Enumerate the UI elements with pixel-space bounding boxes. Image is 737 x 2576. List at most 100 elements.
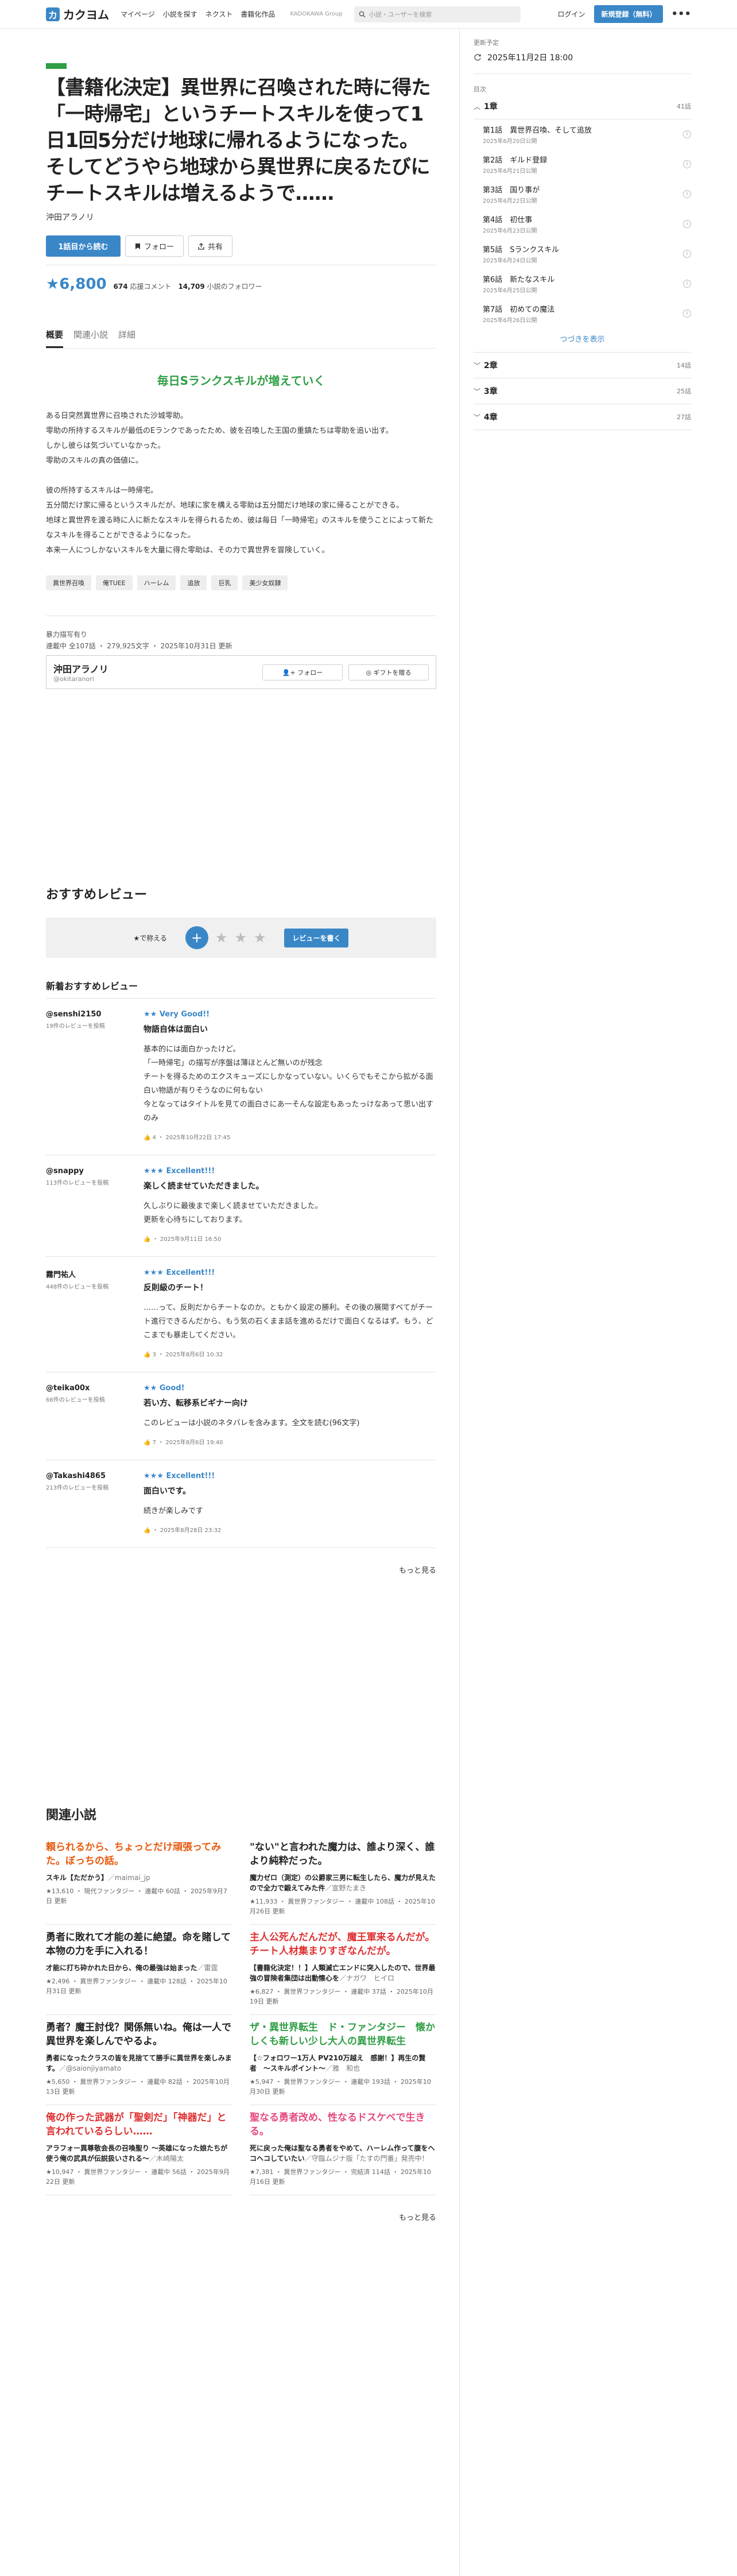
related-novel-title[interactable]: 聖なる勇者改め、性なるドスケベで生きる。 — [250, 2111, 436, 2138]
review-headline[interactable]: 反則級のチート！ — [143, 1282, 436, 1293]
tag[interactable]: ハーレム — [137, 575, 176, 590]
star-icon[interactable]: ★ — [215, 930, 228, 946]
review-item: @teika00x 66件のレビューを投稿 ★★ Good! 若い方、転移系ビギナ… — [46, 1372, 436, 1460]
review-user[interactable]: 霧門祐人 — [46, 1268, 143, 1279]
related-novel-meta: ★11,933 ・ 異世界ファンタジー ・ 連載中 108話 ・ 2025年10… — [250, 1898, 435, 1915]
tag[interactable]: 俺TUEE — [96, 575, 133, 590]
logo-mark: カ — [46, 7, 60, 21]
info-icon[interactable]: i — [683, 250, 691, 258]
nav-published[interactable]: 書籍化作品 — [241, 9, 275, 19]
review-headline[interactable]: 面白いです。 — [143, 1485, 436, 1496]
work-author[interactable]: 沖田アラノリ — [46, 211, 436, 223]
nav-search-novels[interactable]: 小説を探す — [163, 9, 197, 19]
login-link[interactable]: ログイン — [557, 9, 585, 19]
related-novel-title[interactable]: 勇者に敗れて才能の差に絶望。命を賭して本物の力を手に入れる！ — [46, 1931, 232, 1958]
like-icon[interactable]: 👍 — [143, 1527, 153, 1534]
review-headline[interactable]: 若い方、転移系ビギナー向け — [143, 1397, 436, 1409]
chapter-toggle[interactable]: ﹀ 2章 14話 — [474, 353, 691, 378]
add-star-button[interactable]: + — [185, 926, 208, 949]
related-novel[interactable]: ザ・異世界転生 ド・ファンタジー 懐かしくも新しい少し大人の異世界転生 【☆フォ… — [250, 2015, 436, 2105]
refresh-icon — [474, 54, 481, 61]
related-novel[interactable]: 頼られるから、ちょっとだけ頑張ってみた。ぼっちの話。 スキル【ただかう】／mai… — [46, 1835, 232, 1925]
follow-button[interactable]: フォロー — [125, 235, 184, 257]
follower-count[interactable]: 14,709 小説のフォロワー — [178, 281, 262, 291]
chapter-toggle[interactable]: ﹀ 4章 27話 — [474, 404, 691, 430]
rate-label: ★で称える — [133, 934, 167, 942]
toc-show-more[interactable]: つづきを表示 — [474, 328, 691, 353]
star-icon[interactable]: ★ — [234, 930, 247, 946]
comment-count[interactable]: 674 応援コメント — [114, 281, 172, 291]
tag[interactable]: 美少女奴隷 — [242, 575, 288, 590]
author-card-name[interactable]: 沖田アラノリ — [53, 662, 108, 675]
nav-next[interactable]: ネクスト — [205, 9, 233, 19]
related-novel[interactable]: 聖なる勇者改め、性なるドスケベで生きる。 死に戻った俺は聖なる勇者をやめて、ハー… — [250, 2105, 436, 2195]
related-novel-title[interactable]: "ない"と言われた魔力は、誰より深く、誰より純粋だった。 — [250, 1840, 436, 1868]
episode-title: 第6話 新たなスキル — [483, 276, 555, 284]
tab-details[interactable]: 詳細 — [118, 328, 135, 348]
site-logo[interactable]: カ カクヨム — [46, 6, 109, 22]
chevron-down-icon: ﹀ — [474, 387, 481, 396]
read-first-button[interactable]: 1話目から読む — [46, 235, 121, 257]
register-button[interactable]: 新規登録（無料） — [594, 5, 664, 23]
tag[interactable]: 追放 — [180, 575, 207, 590]
review-headline[interactable]: 物語自体は面白い — [143, 1023, 436, 1035]
info-icon[interactable]: i — [683, 130, 691, 138]
related-novel-meta: ★5,650 ・ 異世界ファンタジー ・ 連載中 82話 ・ 2025年10月1… — [46, 2078, 230, 2095]
related-novel[interactable]: 俺の作った武器が「聖剣だ」「神器だ」と言われているらしい…… アラフォー異尊敬会… — [46, 2105, 232, 2195]
follower-count-number: 14,709 — [178, 283, 205, 291]
info-icon[interactable]: i — [683, 220, 691, 228]
chapter-toggle[interactable]: ﹀ 3章 25話 — [474, 378, 691, 404]
like-icon[interactable]: 👍 — [143, 1236, 153, 1243]
tab-related[interactable]: 関連小説 — [73, 328, 108, 348]
episode-item[interactable]: 第6話 新たなスキル 2025年6月25日公開 i — [474, 269, 691, 299]
info-icon[interactable]: i — [683, 160, 691, 168]
episode-item[interactable]: 第1話 異世界召喚、そして追放 2025年6月20日公開 i — [474, 119, 691, 149]
like-icon[interactable]: 👍 — [143, 1440, 153, 1446]
related-novel[interactable]: 主人公死んだんだが、魔王軍来るんだが。チート人材集まりすぎなんだが。 【書籍化決… — [250, 1925, 436, 2015]
related-more-link[interactable]: もっと見る — [46, 2211, 436, 2222]
episode-item[interactable]: 第2話 ギルド登録 2025年6月21日公開 i — [474, 149, 691, 179]
write-review-button[interactable]: レビューを書く — [284, 928, 349, 947]
star-icon[interactable]: ★ — [254, 930, 266, 946]
review-headline[interactable]: 楽しく読ませていただきました。 — [143, 1180, 436, 1192]
review-user[interactable]: @snappy — [46, 1167, 143, 1175]
related-novel[interactable]: 勇者？魔王討伐？関係無いね。俺は一人で異世界を楽しんでやるよ。 勇者になったクラ… — [46, 2015, 232, 2105]
episode-date: 2025年6月20日公開 — [483, 138, 537, 145]
reviews-more-link[interactable]: もっと見る — [46, 1564, 436, 1575]
kadokawa-logo[interactable]: KADOKAWA Group — [290, 11, 342, 17]
related-novel[interactable]: 勇者に敗れて才能の差に絶望。命を賭して本物の力を手に入れる！ 才能に打ち砕かれた… — [46, 1925, 232, 2015]
related-novel-title[interactable]: 勇者？魔王討伐？関係無いね。俺は一人で異世界を楽しんでやるよ。 — [46, 2021, 232, 2048]
update-schedule-value: 2025年11月2日 18:00 — [487, 53, 573, 63]
share-button[interactable]: 共有 — [188, 235, 233, 257]
related-novel-title[interactable]: ザ・異世界転生 ド・ファンタジー 懐かしくも新しい少し大人の異世界転生 — [250, 2021, 436, 2048]
author-follow-button[interactable]: 👤+ フォロー — [262, 664, 343, 680]
review-user[interactable]: @teika00x — [46, 1384, 143, 1393]
related-novel-title[interactable]: 俺の作った武器が「聖剣だ」「神器だ」と言われているらしい…… — [46, 2111, 232, 2138]
info-icon[interactable]: i — [683, 280, 691, 288]
star-score[interactable]: ★6,800 — [46, 276, 107, 293]
like-icon[interactable]: 👍 — [143, 1135, 153, 1141]
nav-mypage[interactable]: マイページ — [121, 9, 155, 19]
episode-item[interactable]: 第4話 初仕事 2025年6月23日公開 i — [474, 209, 691, 239]
chapter-toggle[interactable]: ︿ 1章 41話 — [474, 94, 691, 119]
related-novel-meta: ★2,496 ・ 異世界ファンタジー ・ 連載中 128話 ・ 2025年10月… — [46, 1978, 227, 1995]
gift-button[interactable]: ◎ ギフトを贈る — [348, 664, 429, 680]
related-novel[interactable]: "ない"と言われた魔力は、誰より深く、誰より純粋だった。 魔力ゼロ（測定）の公爵… — [250, 1835, 436, 1925]
search-input[interactable]: 小説・ユーザーを検索 — [354, 6, 521, 22]
tag[interactable]: 異世界召喚 — [46, 575, 91, 590]
review-user[interactable]: @Takashi4865 — [46, 1472, 143, 1480]
tag[interactable]: 巨乳 — [211, 575, 238, 590]
episode-item[interactable]: 第3話 国り事が 2025年6月22日公開 i — [474, 179, 691, 209]
related-novel-title[interactable]: 頼られるから、ちょっとだけ頑張ってみた。ぼっちの話。 — [46, 1840, 232, 1868]
info-icon[interactable]: i — [683, 310, 691, 318]
review-user[interactable]: @senshi2150 — [46, 1010, 143, 1019]
tab-summary[interactable]: 概要 — [46, 328, 64, 348]
related-novel-title[interactable]: 主人公死んだんだが、魔王軍来るんだが。チート人材集まりすぎなんだが。 — [250, 1931, 436, 1958]
review-user-count: 113件のレビューを投稿 — [46, 1180, 109, 1186]
episode-item[interactable]: 第7話 初めての魔法 2025年6月26日公開 i — [474, 299, 691, 328]
like-icon[interactable]: 👍 — [143, 1352, 153, 1358]
info-icon[interactable]: i — [683, 190, 691, 198]
more-menu-icon[interactable]: ••• — [671, 8, 691, 20]
episode-item[interactable]: 第5話 Sランクスキル 2025年6月24日公開 i — [474, 239, 691, 269]
review-body[interactable]: このレビューは小説のネタバレを含みます。全文を読む(96文字) — [143, 1417, 436, 1430]
